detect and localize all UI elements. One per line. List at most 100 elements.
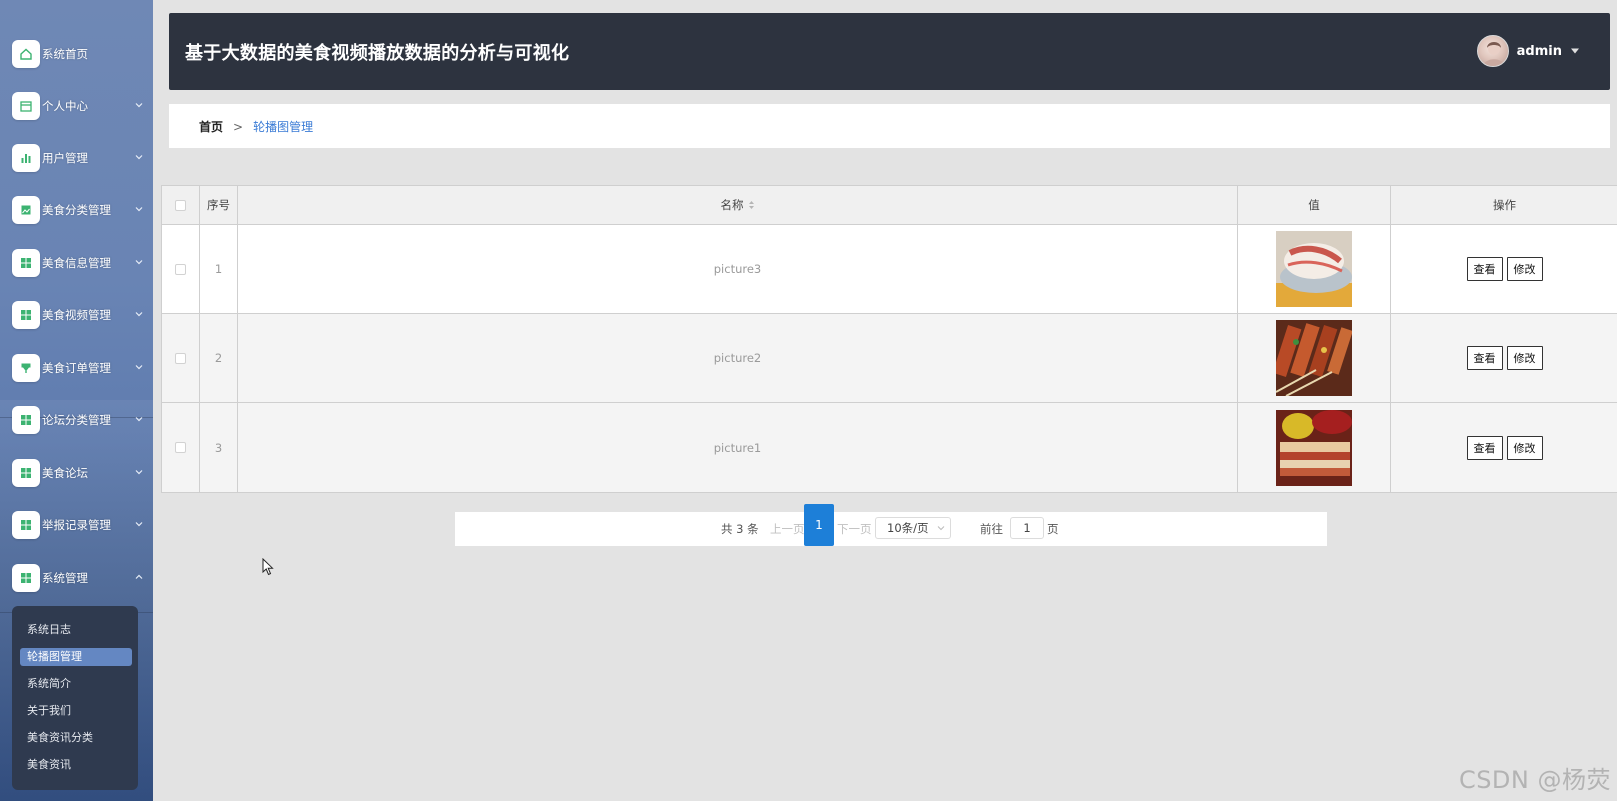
goto-unit-label: 页 <box>1047 522 1059 536</box>
select-all-checkbox[interactable] <box>175 199 186 211</box>
calendar-icon <box>12 92 40 120</box>
carousel-thumbnail[interactable] <box>1276 320 1352 396</box>
sidebar-item-food-forum[interactable]: 美食论坛 <box>12 459 150 487</box>
breadcrumb-bar: 首页 > 轮播图管理 <box>169 104 1610 148</box>
row-checkbox[interactable] <box>175 442 186 453</box>
sidebar-item-label: 用户管理 <box>42 151 88 165</box>
column-header-actions: 操作 <box>1493 198 1516 212</box>
chevron-down-icon <box>135 470 143 475</box>
pagination-total: 共 3 条 <box>721 522 759 536</box>
submenu-item-system-intro[interactable]: 系统简介 <box>20 675 132 693</box>
sidebar-item-label: 举报记录管理 <box>42 518 111 532</box>
page-size-value: 10条/页 <box>887 521 929 535</box>
row-checkbox[interactable] <box>175 263 186 275</box>
view-button[interactable]: 查看 <box>1466 435 1503 460</box>
sidebar-item-label: 美食论坛 <box>42 466 88 480</box>
sidebar-item-food-category[interactable]: 美食分类管理 <box>12 196 150 224</box>
sidebar-item-personal-center[interactable]: 个人中心 <box>12 92 150 120</box>
image-icon <box>12 196 40 224</box>
chevron-up-icon <box>135 574 143 579</box>
column-header-value: 值 <box>1308 198 1320 212</box>
chevron-down-icon <box>135 312 143 317</box>
page-number-current[interactable]: 1 <box>804 504 834 546</box>
avatar <box>1476 35 1509 67</box>
carousel-table: 序号 名称 值 操作 1 picture3 查看 修改 2 picture2 查… <box>161 185 1617 493</box>
sidebar-item-food-info[interactable]: 美食信息管理 <box>12 249 150 277</box>
chevron-down-icon <box>135 155 143 160</box>
breadcrumb-home[interactable]: 首页 <box>199 118 223 135</box>
edit-button[interactable]: 修改 <box>1506 257 1543 281</box>
view-button[interactable]: 查看 <box>1466 257 1503 281</box>
submenu-item-about-us[interactable]: 关于我们 <box>20 702 132 720</box>
column-header-index: 序号 <box>207 198 230 212</box>
home-icon <box>12 40 40 68</box>
sidebar-item-system-management[interactable]: 系统管理 <box>12 564 150 592</box>
submenu-item-news-category[interactable]: 美食资讯分类 <box>20 729 132 747</box>
chevron-down-icon <box>135 103 143 108</box>
cup-icon <box>12 354 40 382</box>
chevron-down-icon <box>135 365 143 370</box>
edit-button[interactable]: 修改 <box>1506 346 1543 370</box>
row-index: 1 <box>214 262 223 276</box>
edit-button[interactable]: 修改 <box>1506 435 1543 460</box>
sidebar-item-food-video[interactable]: 美食视频管理 <box>12 301 150 329</box>
system-submenu: 系统日志 轮播图管理 系统简介 关于我们 美食资讯分类 美食资讯 <box>12 606 138 790</box>
carousel-thumbnail[interactable] <box>1276 231 1352 307</box>
grid-icon <box>12 564 40 592</box>
table-row: 2 picture2 查看 修改 <box>162 314 1617 403</box>
grid-icon <box>12 301 40 329</box>
sidebar-item-report-records[interactable]: 举报记录管理 <box>12 511 150 539</box>
grid-icon <box>12 459 40 487</box>
sidebar-item-user-management[interactable]: 用户管理 <box>12 144 150 172</box>
app-title: 基于大数据的美食视频播放数据的分析与可视化 <box>185 43 570 64</box>
row-name: picture1 <box>713 440 762 455</box>
carousel-thumbnail[interactable] <box>1276 409 1352 486</box>
breadcrumb-separator: > <box>233 119 244 134</box>
chevron-down-icon <box>135 417 143 422</box>
table-row: 3 picture1 查看 修改 <box>162 403 1617 492</box>
prev-page-button[interactable]: 上一页 <box>770 512 805 546</box>
table-row: 1 picture3 查看 修改 <box>162 225 1617 314</box>
row-checkbox[interactable] <box>175 352 186 364</box>
breadcrumb: 首页 > 轮播图管理 <box>199 118 313 135</box>
table-header-row: 序号 名称 值 操作 <box>162 186 1617 225</box>
watermark: CSDN @杨荧 <box>1458 766 1611 794</box>
mouse-cursor-icon <box>262 558 274 576</box>
row-name: picture2 <box>713 351 762 365</box>
row-index: 2 <box>214 351 223 365</box>
chevron-down-icon <box>135 207 143 212</box>
submenu-item-news[interactable]: 美食资讯 <box>20 756 132 774</box>
top-header: 基于大数据的美食视频播放数据的分析与可视化 admin <box>169 13 1610 90</box>
sidebar-item-label: 系统管理 <box>42 571 88 585</box>
sidebar-item-forum-category[interactable]: 论坛分类管理 <box>12 406 150 434</box>
sidebar: 系统首页 个人中心 用户管理 美食分类管理 美食信息管理 美食视频管理 美食订单… <box>0 0 153 801</box>
sidebar-item-label: 个人中心 <box>42 99 88 113</box>
row-index: 3 <box>214 440 223 455</box>
sidebar-item-label: 美食信息管理 <box>42 256 111 270</box>
chevron-down-icon <box>135 522 143 527</box>
pagination: 共 3 条 上一页 1 下一页 10条/页 前往 页 <box>455 504 1327 546</box>
username: admin <box>1516 43 1562 59</box>
column-header-name[interactable]: 名称 <box>238 186 1238 224</box>
sidebar-item-home[interactable]: 系统首页 <box>12 40 150 68</box>
sidebar-item-label: 美食订单管理 <box>42 361 111 375</box>
submenu-item-carousel-management[interactable]: 轮播图管理 <box>20 648 132 666</box>
page-size-select[interactable]: 10条/页 <box>875 517 951 539</box>
goto-label: 前往 <box>980 522 1003 536</box>
sidebar-item-label: 美食分类管理 <box>42 203 111 217</box>
grid-icon <box>12 511 40 539</box>
submenu-item-system-log[interactable]: 系统日志 <box>20 621 132 639</box>
grid-icon <box>12 406 40 434</box>
goto-page-input[interactable] <box>1010 517 1044 539</box>
bar-chart-icon <box>12 144 40 172</box>
grid-icon <box>12 249 40 277</box>
sidebar-item-label: 系统首页 <box>42 47 88 61</box>
view-button[interactable]: 查看 <box>1466 346 1503 370</box>
sidebar-item-food-order[interactable]: 美食订单管理 <box>12 354 150 382</box>
caret-down-icon <box>1571 48 1579 54</box>
user-menu[interactable]: admin <box>1476 34 1580 68</box>
sidebar-item-label: 美食视频管理 <box>42 308 111 322</box>
next-page-button[interactable]: 下一页 <box>837 512 872 546</box>
sort-icon[interactable] <box>748 200 755 210</box>
chevron-down-icon <box>937 526 945 531</box>
